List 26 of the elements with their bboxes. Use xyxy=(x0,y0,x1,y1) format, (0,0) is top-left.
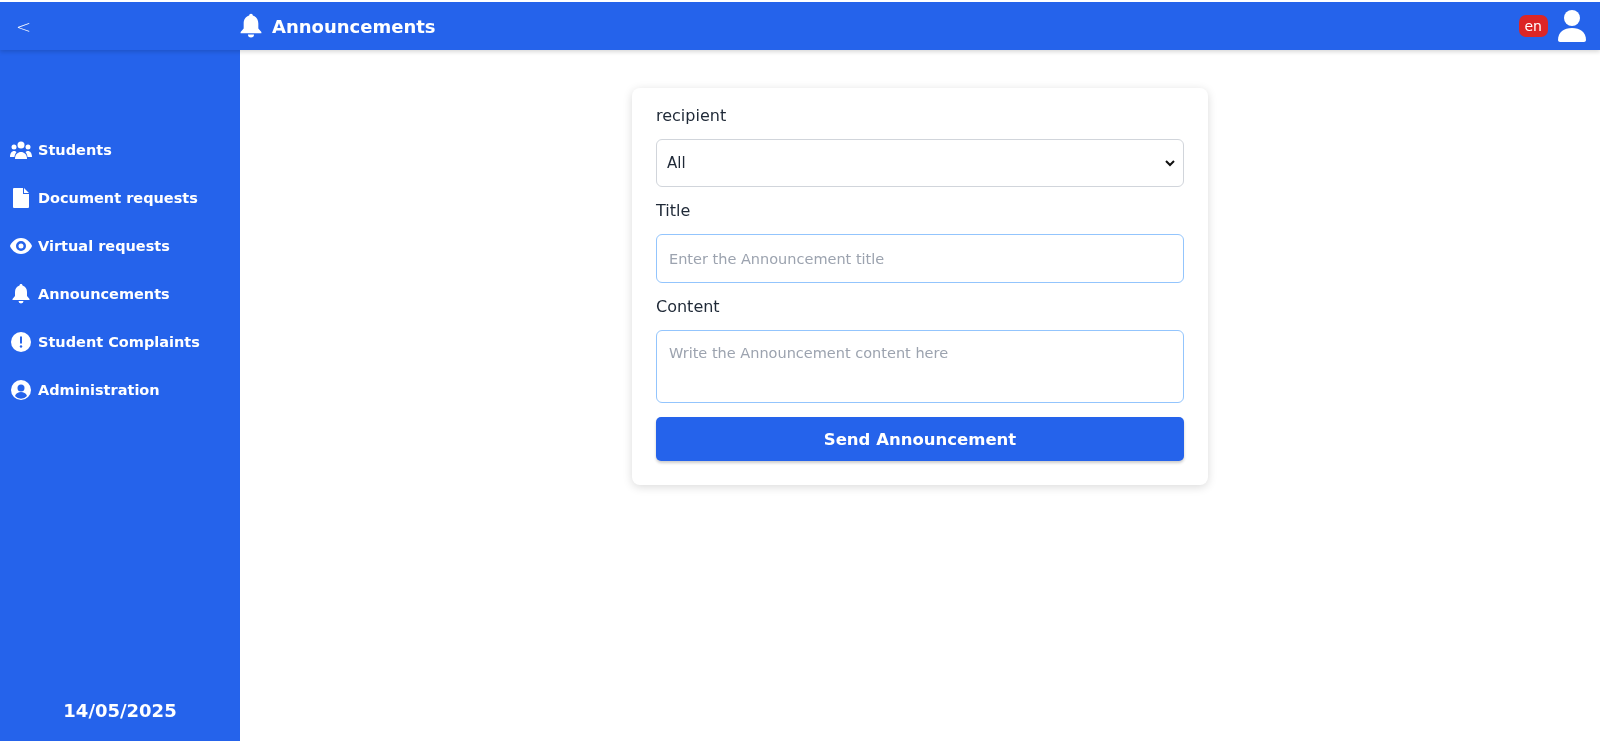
back-button[interactable]: < xyxy=(16,15,240,37)
chevron-down-icon xyxy=(1165,159,1175,167)
sidebar-item[interactable]: Student Complaints xyxy=(0,318,240,366)
sidebar-item[interactable]: Students xyxy=(0,126,240,174)
document-icon xyxy=(13,188,29,208)
sidebar-item[interactable]: Administration xyxy=(0,366,240,414)
title-input[interactable]: Enter the Announcement title xyxy=(656,234,1184,283)
recipient-select[interactable]: All xyxy=(656,139,1184,187)
bell-icon xyxy=(240,13,262,39)
date-text: 14/05/2025 xyxy=(62,700,178,721)
user-avatar-icon[interactable] xyxy=(1558,10,1586,42)
field-label: recipient xyxy=(656,106,728,125)
send-button[interactable]: Send Announcement xyxy=(656,417,1184,461)
bell-icon xyxy=(12,284,30,304)
content-textarea[interactable]: Write the Announcement content here xyxy=(656,330,1184,403)
sidebar-item[interactable]: Virtual requests xyxy=(0,222,240,270)
field-label: Content xyxy=(656,297,721,316)
sidebar-item[interactable]: Document requests xyxy=(0,174,240,222)
language-badge[interactable]: en xyxy=(1518,15,1548,37)
user-circle-icon xyxy=(11,380,31,400)
exclamation-icon xyxy=(11,332,31,352)
sidebar-item[interactable]: Announcements xyxy=(0,270,240,318)
field-label: Title xyxy=(656,201,692,220)
page-title: Announcements xyxy=(272,15,436,37)
people-icon xyxy=(10,141,32,159)
eye-icon xyxy=(10,238,32,254)
